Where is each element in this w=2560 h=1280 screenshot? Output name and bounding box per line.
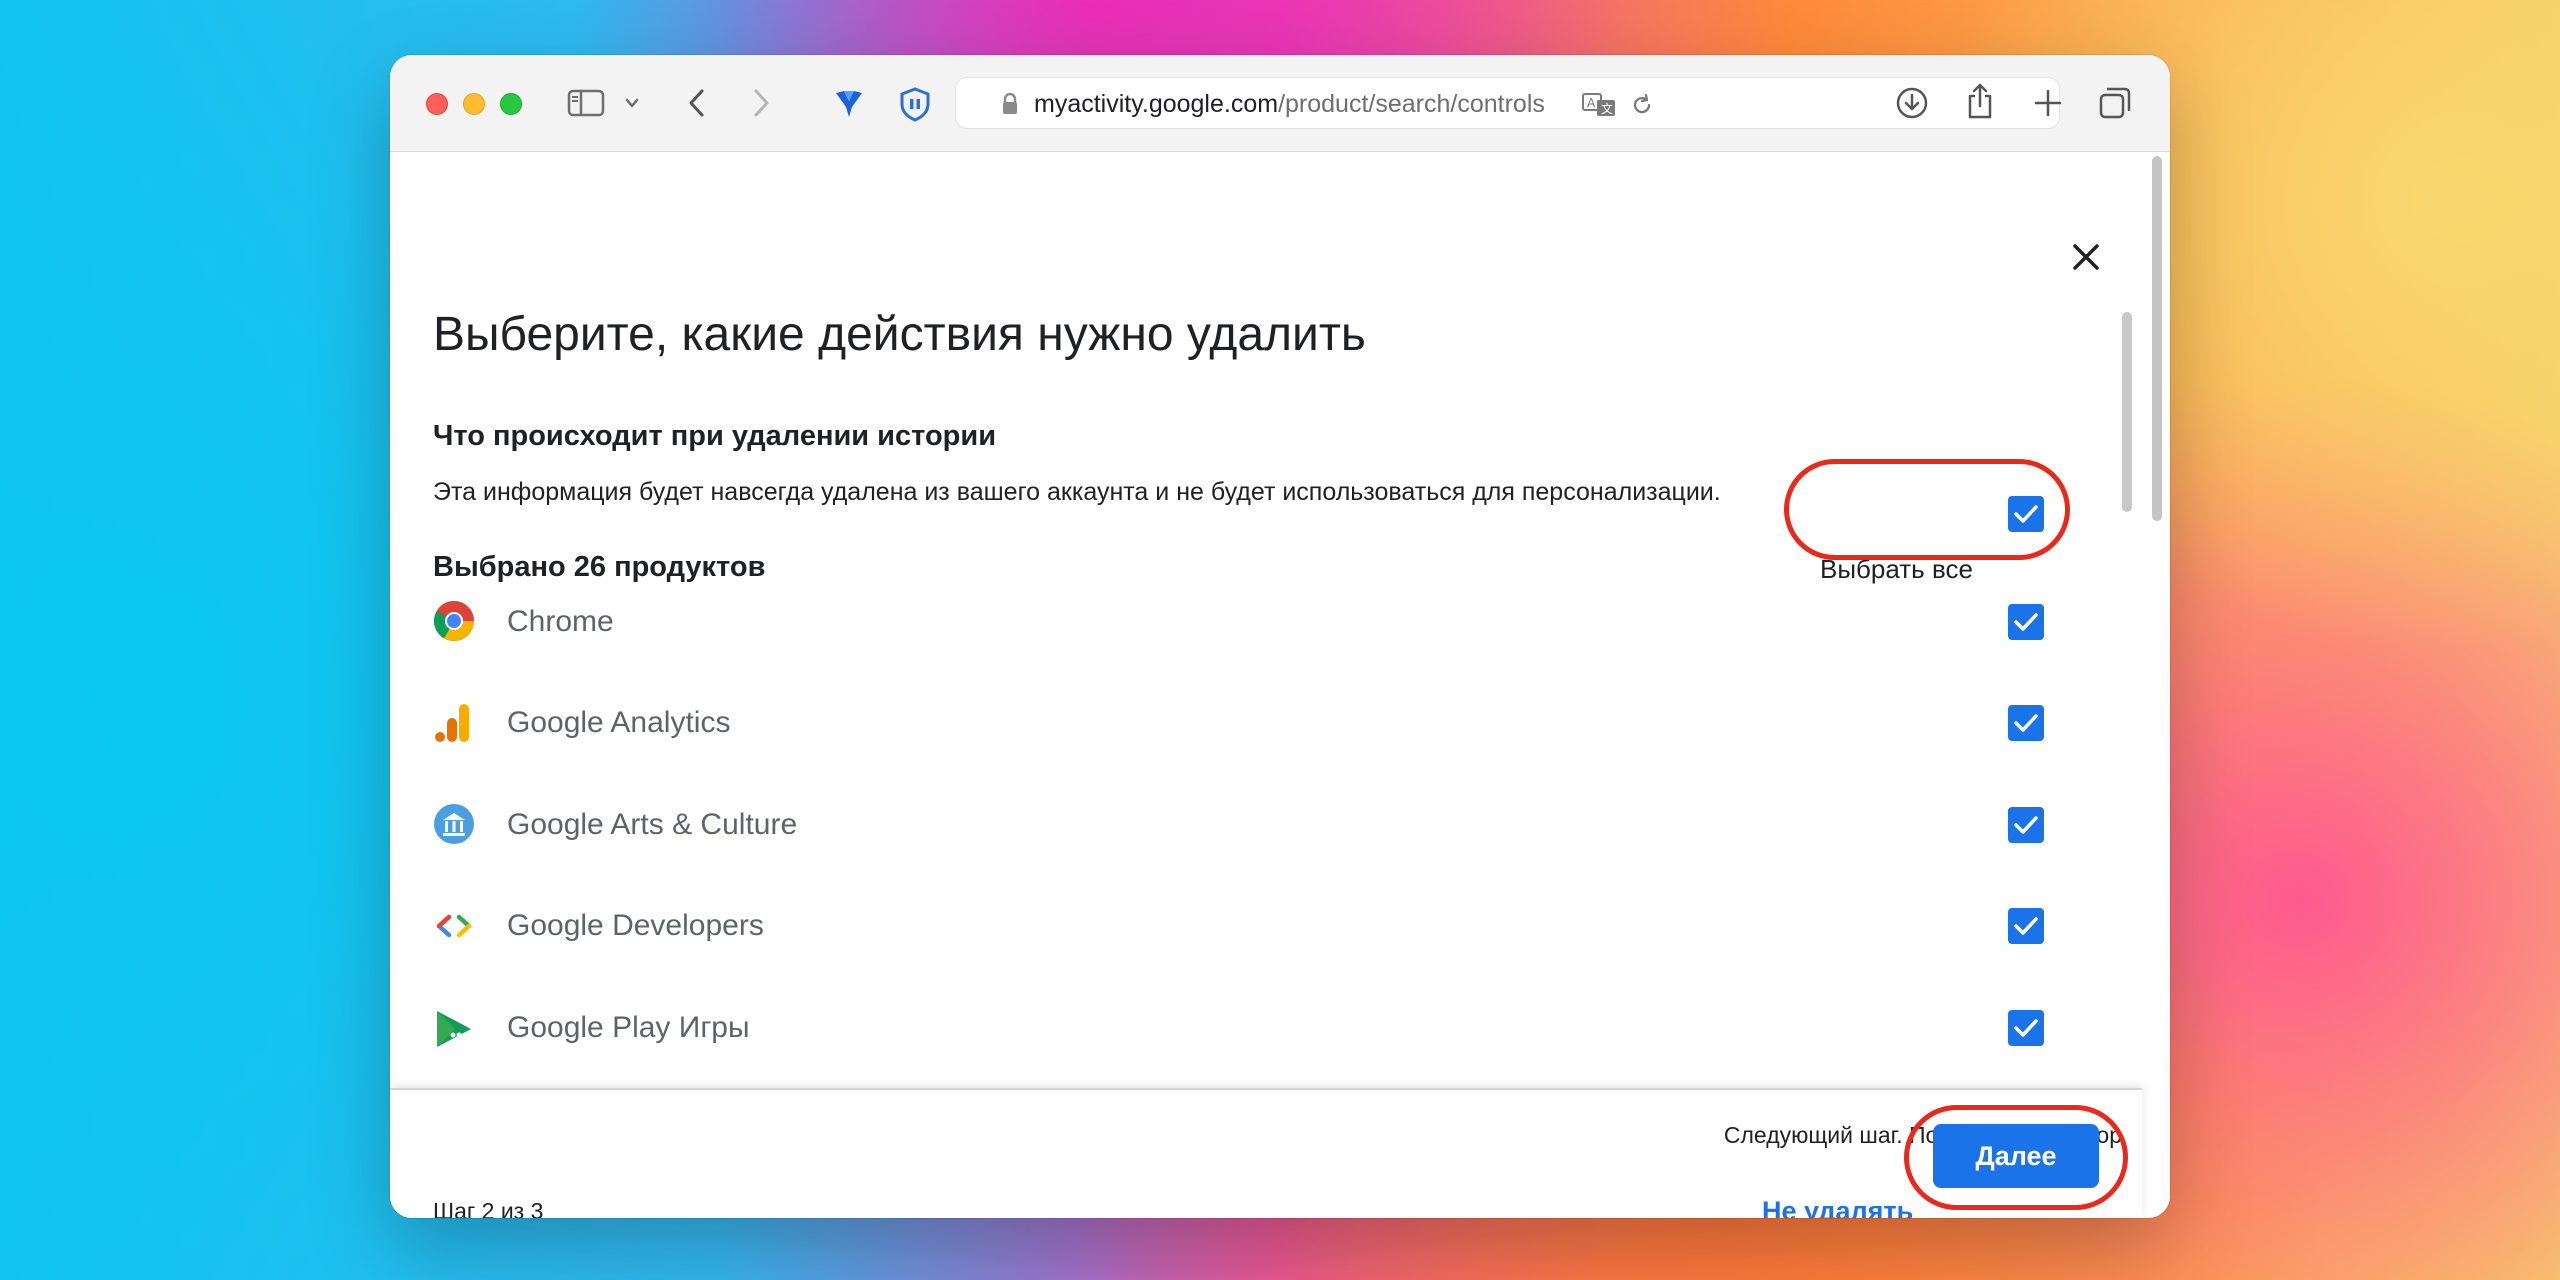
reload-icon[interactable] <box>1628 91 1656 119</box>
history-deletion-heading: Что происходит при удалении истории <box>433 420 997 452</box>
dialog-scrollbar-thumb[interactable] <box>2122 312 2132 512</box>
product-checkbox[interactable] <box>2008 604 2044 640</box>
product-name: Google Analytics <box>507 706 731 739</box>
next-button-highlight <box>1904 1105 2128 1210</box>
browser-toolbar: myactivity.google.com/product/search/con… <box>390 55 2170 152</box>
product-checkbox[interactable] <box>2008 908 2044 944</box>
select-all-highlight <box>1784 459 2070 560</box>
product-checkbox[interactable] <box>2008 1010 2044 1046</box>
product-name: Google Arts & Culture <box>507 808 798 841</box>
analytics-icon <box>433 702 475 744</box>
svg-text:A: A <box>1587 96 1596 110</box>
page-content: Выберите, какие действия нужно удалить Ч… <box>390 152 2170 1218</box>
tab-overview-icon[interactable] <box>2096 84 2134 122</box>
dialog-title: Выберите, какие действия нужно удалить <box>433 308 1366 361</box>
zoom-window-button[interactable] <box>500 93 522 115</box>
developers-icon <box>433 905 475 947</box>
sidebar-toggle-icon[interactable] <box>566 87 606 119</box>
svg-text:文: 文 <box>1601 101 1613 116</box>
minimize-window-button[interactable] <box>463 93 485 115</box>
product-checkbox[interactable] <box>2008 807 2044 843</box>
address-text: myactivity.google.com/product/search/con… <box>1034 90 1545 118</box>
browser-window: myactivity.google.com/product/search/con… <box>390 55 2170 1218</box>
download-icon[interactable] <box>1892 83 1932 123</box>
product-name: Google Play Игры <box>507 1011 750 1044</box>
new-tab-icon[interactable] <box>2030 85 2066 121</box>
product-name: Chrome <box>507 605 614 638</box>
close-window-button[interactable] <box>426 93 448 115</box>
vpn-extension-icon[interactable] <box>830 85 868 123</box>
back-icon[interactable] <box>682 85 712 121</box>
product-checkbox[interactable] <box>2008 705 2044 741</box>
chevron-down-icon[interactable] <box>622 93 642 113</box>
step-indicator-text: Шаг 2 из 3 <box>433 1198 544 1218</box>
arts-culture-icon <box>433 803 475 845</box>
share-icon[interactable] <box>1960 79 2000 123</box>
outer-scrollbar-thumb[interactable] <box>2152 156 2162 521</box>
deletion-description: Эта информация будет навсегда удалена из… <box>433 478 1721 506</box>
privacy-shield-icon[interactable] <box>896 85 934 123</box>
close-icon[interactable] <box>2066 237 2106 277</box>
lock-icon <box>1000 91 1020 117</box>
chrome-icon <box>433 600 475 642</box>
play-games-icon <box>433 1007 475 1049</box>
translate-icon[interactable]: A文 <box>1580 90 1620 120</box>
forward-icon[interactable] <box>746 85 776 121</box>
product-name: Google Developers <box>507 909 764 942</box>
cancel-button[interactable]: Не удалять <box>1762 1196 1913 1218</box>
selected-count: Выбрано 26 продуктов <box>433 551 766 583</box>
